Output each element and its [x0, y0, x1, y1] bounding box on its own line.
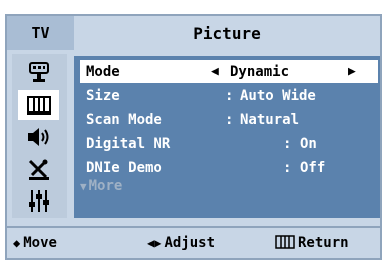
- menu-row-size[interactable]: Size : Auto Wide: [80, 84, 378, 107]
- scan-mode-value: Natural: [240, 111, 300, 128]
- menu-row-dnie-demo[interactable]: DNIe Demo : Off: [80, 156, 378, 179]
- move-label: Move: [23, 235, 57, 251]
- arrow-left-icon[interactable]: ◀: [211, 64, 219, 79]
- digital-nr-value: On: [300, 135, 317, 152]
- picture-menu-panel: Mode ◀ Dynamic ▶ Size : Auto Wide Scan M…: [74, 56, 380, 218]
- mode-label: Mode: [86, 63, 120, 80]
- footer-adjust: ◀▶ Adjust: [147, 228, 215, 258]
- osd-header: TV Picture: [7, 16, 380, 50]
- sidebar-item-sound[interactable]: [18, 122, 59, 152]
- up-down-arrows-icon: ◆: [13, 236, 21, 250]
- picture-icon: [26, 94, 52, 116]
- adjust-label: Adjust: [164, 235, 216, 251]
- input-icon: [27, 61, 51, 85]
- menu-icon: [275, 234, 295, 252]
- digital-nr-label: Digital NR: [86, 135, 171, 152]
- arrow-right-icon[interactable]: ▶: [348, 64, 356, 79]
- sidebar-item-picture[interactable]: [18, 90, 59, 120]
- triangle-down-icon: ▼: [80, 179, 87, 193]
- separator: :: [283, 135, 292, 152]
- size-value: Auto Wide: [240, 87, 316, 104]
- sidebar-item-channel[interactable]: [18, 154, 59, 184]
- mode-value: Dynamic: [230, 63, 290, 80]
- tv-osd-screen: TV Picture Mode ◀ Dynamic ▶ Size: Auto …: [5, 14, 382, 260]
- return-label: Return: [298, 235, 349, 251]
- separator: :: [225, 111, 234, 128]
- category-sidebar: [12, 54, 67, 218]
- footer-move: ◆ Move: [13, 228, 57, 258]
- size-label: Size: [86, 87, 120, 104]
- menu-row-mode[interactable]: Mode ◀ Dynamic ▶: [80, 60, 378, 83]
- footer-return: Return: [275, 228, 349, 258]
- separator: :: [225, 87, 234, 104]
- more-label: More: [88, 178, 123, 194]
- setup-icon: [27, 188, 51, 214]
- sidebar-item-input[interactable]: [18, 58, 59, 88]
- page-title: Picture: [74, 16, 380, 50]
- channel-icon: [26, 157, 52, 181]
- separator: :: [283, 159, 292, 176]
- menu-row-digital-nr[interactable]: Digital NR : On: [80, 132, 378, 155]
- dnie-demo-label: DNIe Demo: [86, 159, 162, 176]
- more-item[interactable]: ▼ More: [80, 178, 122, 194]
- osd-footer: ◆ Move ◀▶ Adjust Return: [7, 226, 380, 258]
- sidebar-item-setup[interactable]: [18, 186, 59, 216]
- menu-row-scan-mode[interactable]: Scan Mode : Natural: [80, 108, 378, 131]
- left-right-arrows-icon: ◀▶: [147, 236, 162, 250]
- tv-tab: TV: [7, 16, 74, 50]
- sound-icon: [26, 126, 52, 148]
- scan-mode-label: Scan Mode: [86, 111, 162, 128]
- dnie-demo-value: Off: [300, 159, 326, 176]
